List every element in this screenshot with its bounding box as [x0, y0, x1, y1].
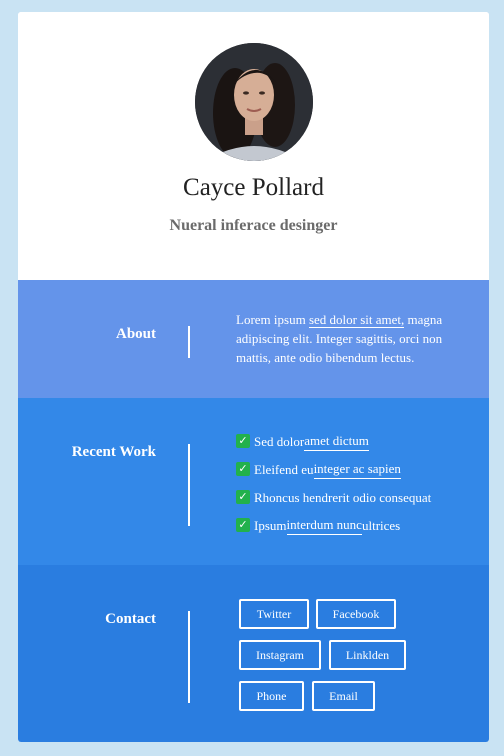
- recent-work-section: Recent Work ✓ Sed dolor amet dictum ✓ El…: [18, 398, 489, 565]
- profile-header: Cayce Pollard Nueral inferace desinger: [18, 12, 489, 280]
- list-item: ✓ Eleifend eu integer ac sapien: [236, 455, 466, 483]
- phone-button[interactable]: Phone: [239, 681, 304, 711]
- profile-name: Cayce Pollard: [183, 174, 324, 201]
- list-item: ✓ Ipsum interdum nunc ultrices: [236, 511, 466, 539]
- check-icon: ✓: [236, 462, 250, 476]
- avatar-portrait: [195, 43, 313, 161]
- twitter-button[interactable]: Twitter: [239, 599, 309, 629]
- contact-section: Contact Twitter Facebook Instagram Linkl…: [18, 565, 489, 742]
- about-text: Lorem ipsum sed dolor sit amet, magna ad…: [236, 310, 451, 367]
- recent-work-divider: [188, 444, 190, 526]
- work-item-text: Ipsum: [254, 517, 287, 533]
- about-link[interactable]: sed dolor sit amet,: [308, 312, 405, 328]
- check-icon: ✓: [236, 434, 250, 448]
- recent-work-list: ✓ Sed dolor amet dictum ✓ Eleifend eu in…: [236, 427, 466, 539]
- work-item-text: Eleifend eu: [254, 461, 314, 477]
- work-item-text-after: ultrices: [361, 517, 401, 533]
- check-icon: ✓: [236, 518, 250, 532]
- work-item-link[interactable]: interdum nunc: [286, 515, 362, 535]
- linkedin-button[interactable]: Linklden: [329, 640, 406, 670]
- list-item: ✓ Rhoncus hendrerit odio consequat: [236, 483, 466, 511]
- check-icon: ✓: [236, 490, 250, 504]
- profile-title: Nueral inferace desinger: [169, 217, 338, 234]
- instagram-button[interactable]: Instagram: [239, 640, 321, 670]
- work-item-link[interactable]: integer ac sapien: [313, 459, 401, 479]
- email-button[interactable]: Email: [312, 681, 375, 711]
- work-item-link[interactable]: amet dictum: [304, 431, 369, 451]
- about-label: About: [115, 326, 156, 342]
- work-item-text: Rhoncus hendrerit odio consequat: [254, 489, 432, 505]
- facebook-button[interactable]: Facebook: [316, 599, 396, 629]
- about-text-before: Lorem ipsum: [236, 312, 309, 327]
- list-item: ✓ Sed dolor amet dictum: [236, 427, 466, 455]
- contact-label: Contact: [105, 611, 156, 627]
- recent-work-label: Recent Work: [71, 444, 156, 460]
- about-divider: [188, 326, 190, 358]
- avatar: [195, 43, 313, 161]
- profile-card: Cayce Pollard Nueral inferace desinger A…: [18, 12, 489, 742]
- work-item-text: Sed dolor: [254, 433, 305, 449]
- about-section: About Lorem ipsum sed dolor sit amet, ma…: [18, 280, 489, 398]
- contact-divider: [188, 611, 190, 703]
